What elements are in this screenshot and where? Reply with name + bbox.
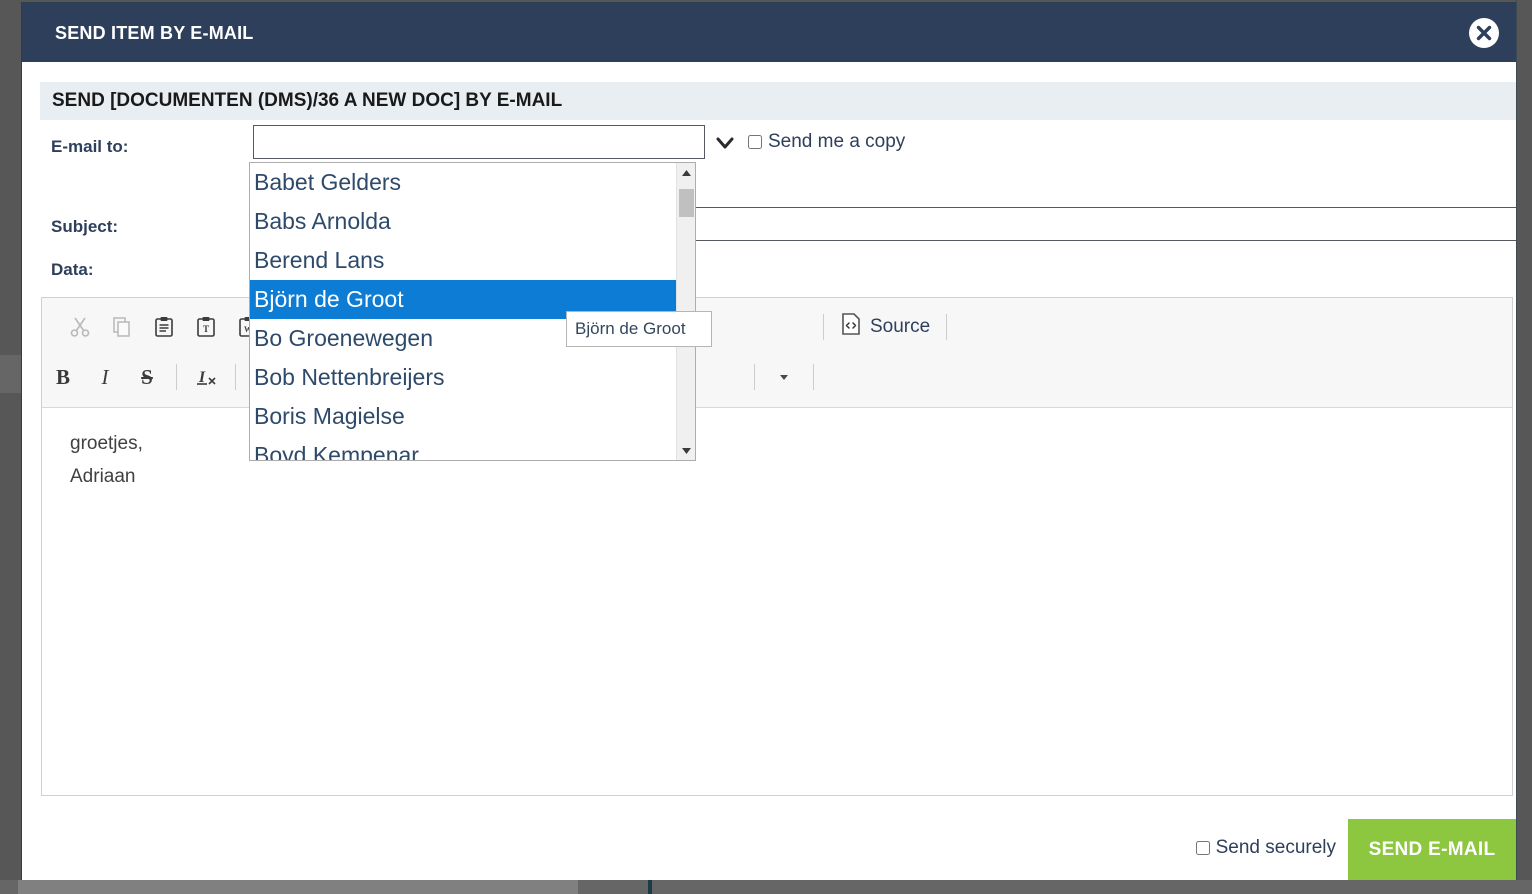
send-securely-checkbox[interactable] xyxy=(1195,841,1210,855)
toolbar-divider xyxy=(823,314,824,340)
toolbar-divider xyxy=(754,364,755,390)
section-title: SEND [DOCUMENTEN (DMS)/36 A NEW DOC] BY … xyxy=(52,90,563,111)
bold-icon[interactable]: B xyxy=(46,360,80,394)
send-email-button[interactable]: SEND E-MAIL xyxy=(1348,819,1516,881)
dropdown-option[interactable]: Bob Nettenbreijers xyxy=(250,358,676,397)
strikethrough-icon[interactable]: S xyxy=(130,360,164,394)
dropdown-option[interactable]: Babs Arnolda xyxy=(250,202,676,241)
send-me-a-copy-label: Send me a copy xyxy=(768,131,906,152)
send-securely-group[interactable]: Send securely xyxy=(1195,837,1336,859)
dropdown-option[interactable]: Boris Magielse xyxy=(250,397,676,436)
toolbar-divider xyxy=(946,314,948,340)
triangle-up-icon[interactable] xyxy=(677,163,695,182)
caret-down-icon[interactable] xyxy=(767,360,801,394)
copy-icon[interactable] xyxy=(105,310,139,344)
editor-content-area[interactable]: groetjes, Adriaan xyxy=(42,409,1512,795)
send-securely-label: Send securely xyxy=(1215,837,1336,858)
remove-format-icon[interactable]: I xyxy=(189,360,223,394)
page-background-highlight xyxy=(0,355,22,393)
section-header: SEND [DOCUMENTEN (DMS)/36 A NEW DOC] BY … xyxy=(40,82,1516,120)
dropdown-tooltip: Björn de Groot xyxy=(566,311,712,347)
triangle-down-icon[interactable] xyxy=(677,441,695,460)
page-horizontal-scrollbar[interactable] xyxy=(0,880,1532,894)
dropdown-option[interactable]: Babet Gelders xyxy=(250,163,676,202)
cut-icon[interactable] xyxy=(63,310,97,344)
page-horizontal-scrollbar-thumb[interactable] xyxy=(18,880,578,894)
dropdown-option[interactable]: Berend Lans xyxy=(250,241,676,280)
subject-label: Subject: xyxy=(51,217,119,236)
send-email-modal: SEND ITEM BY E-MAIL SEND [DOCUMENTEN (DM… xyxy=(22,3,1517,881)
chevron-down-icon[interactable] xyxy=(714,132,736,154)
paste-as-plain-text-icon[interactable]: T xyxy=(189,310,223,344)
modal-footer: Send securely SEND E-MAIL xyxy=(22,819,1516,881)
page-vertical-scrollbar[interactable] xyxy=(1516,0,1532,894)
source-button-label: Source xyxy=(870,316,931,337)
close-icon[interactable] xyxy=(1468,17,1500,49)
send-me-a-copy-checkbox[interactable] xyxy=(748,135,762,149)
modal-title: SEND ITEM BY E-MAIL xyxy=(55,23,254,43)
paste-icon[interactable] xyxy=(147,310,181,344)
data-label: Data: xyxy=(51,260,94,279)
toolbar-divider xyxy=(176,364,177,390)
editor-line: Adriaan xyxy=(70,466,136,488)
svg-text:T: T xyxy=(203,324,209,334)
page-horizontal-scrollbar-tick xyxy=(648,880,652,894)
modal-title-bar: SEND ITEM BY E-MAIL xyxy=(22,3,1516,62)
email-to-input[interactable] xyxy=(253,125,705,159)
source-button[interactable]: Source xyxy=(832,310,938,344)
source-code-icon xyxy=(840,312,862,342)
send-me-a-copy-group[interactable]: Send me a copy xyxy=(748,131,905,153)
email-to-label: E-mail to: xyxy=(51,137,129,156)
modal-body: SEND [DOCUMENTEN (DMS)/36 A NEW DOC] BY … xyxy=(22,62,1517,881)
italic-icon[interactable]: I xyxy=(88,360,122,394)
dropdown-option[interactable]: Boyd Kempenar xyxy=(250,436,676,460)
toolbar-divider xyxy=(235,364,236,390)
toolbar-divider xyxy=(813,364,814,390)
dropdown-scrollbar-thumb[interactable] xyxy=(679,189,694,217)
